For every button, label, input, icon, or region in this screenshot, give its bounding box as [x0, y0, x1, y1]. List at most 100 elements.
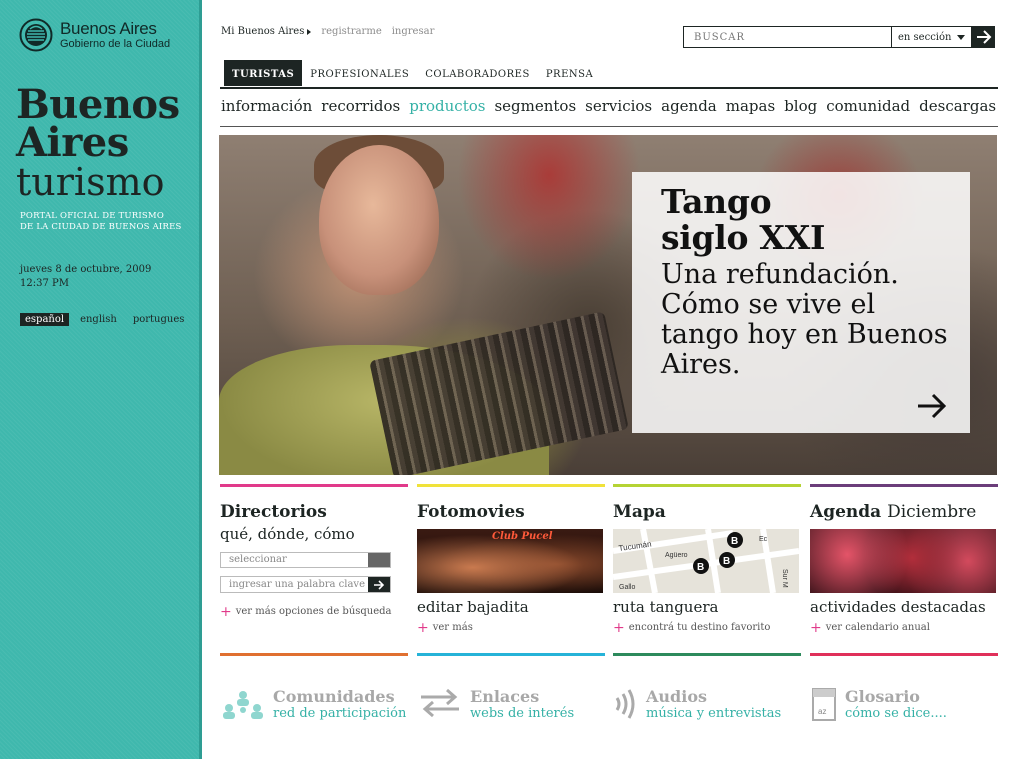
- portal-line2: DE LA CIUDAD DE BUENOS AIRES: [20, 222, 182, 232]
- tab-profesionales[interactable]: PROFESIONALES: [302, 60, 417, 86]
- comunidades-row: Comunidades red de participación: [220, 688, 408, 722]
- enlaces-block[interactable]: Enlaces webs de interés: [417, 653, 605, 722]
- nav-mapas[interactable]: mapas: [726, 97, 775, 115]
- nav-comunidad[interactable]: comunidad: [826, 97, 910, 115]
- map-marker-icon[interactable]: B: [693, 558, 709, 574]
- arrow-right-icon: [374, 579, 385, 590]
- directorios-column: Directorios qué, dónde, cómo seleccionar…: [220, 484, 408, 619]
- directorios-select[interactable]: seleccionar: [220, 552, 391, 568]
- map-marker-icon[interactable]: B: [719, 552, 735, 568]
- search-input[interactable]: [683, 26, 892, 48]
- hero-photo-face: [319, 145, 439, 295]
- audios-block[interactable]: Audios música y entrevistas: [613, 653, 801, 722]
- lang-espanol[interactable]: español: [20, 313, 70, 326]
- map-street-label: Gallo: [619, 584, 635, 591]
- tabs-divider: [220, 87, 998, 89]
- fotomovies-caption[interactable]: editar bajadita: [417, 598, 605, 616]
- fotomovies-title[interactable]: Fotomovies: [417, 503, 605, 522]
- portal-description: PORTAL OFICIAL DE TURISMO DE LA CIUDAD D…: [20, 211, 195, 233]
- nav-descargas[interactable]: descargas: [919, 97, 996, 115]
- fotomovies-thumbnail[interactable]: Club Pucel: [417, 529, 603, 593]
- svg-text:B: B: [731, 536, 738, 547]
- nav-segmentos[interactable]: segmentos: [494, 97, 576, 115]
- nav-recorridos[interactable]: recorridos: [321, 97, 400, 115]
- glosario-color-bar: [810, 653, 998, 656]
- agenda-title-month: Diciembre: [887, 502, 977, 522]
- search-box: en sección: [683, 26, 995, 48]
- comunidades-block[interactable]: Comunidades red de participación: [220, 653, 408, 722]
- map-street-label: Agüero: [665, 552, 688, 559]
- tab-turistas[interactable]: TURISTAS: [224, 60, 303, 86]
- lang-english[interactable]: english: [75, 313, 122, 326]
- hero-banner[interactable]: Tango siglo XXI Una refundación. Cómo se…: [219, 135, 997, 475]
- audios-text: Audios música y entrevistas: [646, 688, 781, 722]
- audios-row: Audios música y entrevistas: [613, 688, 801, 722]
- site-brand[interactable]: Buenos Aires turismo: [16, 85, 180, 204]
- brand-line3: turismo: [16, 160, 165, 204]
- hero-card[interactable]: Tango siglo XXI Una refundación. Cómo se…: [632, 172, 970, 433]
- keyword-submit-button[interactable]: [368, 577, 390, 592]
- enlaces-row: Enlaces webs de interés: [417, 688, 605, 722]
- nav-productos[interactable]: productos: [409, 97, 485, 115]
- plus-icon: +: [810, 619, 822, 636]
- portal-line1: PORTAL OFICIAL DE TURISMO: [20, 211, 165, 221]
- fotomovies-more-label: ver más: [432, 622, 473, 633]
- nav-blog[interactable]: blog: [784, 97, 817, 115]
- audio-icon: [615, 689, 635, 719]
- my-buenos-aires-label: Mi Buenos Aires: [221, 26, 305, 37]
- agenda-caption[interactable]: actividades destacadas: [810, 598, 998, 616]
- government-name-line1: Buenos Aires: [60, 19, 157, 38]
- nav-divider: [220, 126, 998, 127]
- fotomovies-column: Fotomovies Club Pucel editar bajadita + …: [417, 484, 605, 635]
- hero-subtitle: Una refundación. Cómo se vive el tango h…: [661, 259, 948, 380]
- government-name-line2: Gobierno de la Ciudad: [60, 38, 171, 50]
- community-icon: [223, 691, 263, 719]
- svg-text:B: B: [723, 556, 730, 567]
- plus-icon: +: [613, 619, 625, 636]
- glossary-icon: az: [812, 688, 836, 721]
- map-marker-icon[interactable]: B: [727, 532, 743, 548]
- dropdown-icon[interactable]: [368, 553, 390, 567]
- agenda-title[interactable]: Agenda Diciembre: [810, 503, 998, 522]
- fotomovies-more-link[interactable]: + ver más: [417, 621, 605, 635]
- glosario-subtitle: cómo se dice....: [845, 706, 947, 721]
- mapa-title[interactable]: Mapa: [613, 503, 801, 522]
- login-link[interactable]: ingresar: [392, 26, 435, 37]
- nav-servicios[interactable]: servicios: [585, 97, 652, 115]
- directorios-color-bar: [220, 484, 408, 487]
- current-date: jueves 8 de octubre, 2009: [20, 264, 152, 275]
- map-graphic: Tucumán Agüero Gallo Ec Sur M B B B: [613, 529, 799, 593]
- audios-subtitle: música y entrevistas: [646, 706, 782, 721]
- tab-prensa[interactable]: PRENSA: [538, 60, 601, 86]
- arrow-right-icon: [976, 30, 991, 44]
- glosario-block[interactable]: az Glosario cómo se dice....: [810, 653, 998, 722]
- my-buenos-aires-link[interactable]: Mi Buenos Aires: [221, 26, 312, 37]
- tab-colaboradores[interactable]: COLABORADORES: [417, 60, 538, 86]
- language-switcher: español english portugues: [20, 313, 189, 326]
- agenda-thumbnail[interactable]: [810, 529, 996, 593]
- lang-portugues[interactable]: portugues: [128, 313, 190, 326]
- search-submit-button[interactable]: [972, 26, 995, 48]
- directorios-title[interactable]: Directorios: [220, 503, 408, 522]
- caret-down-icon: [957, 34, 966, 40]
- arrow-right-icon[interactable]: [916, 393, 948, 419]
- search-scope-select[interactable]: en sección: [892, 26, 972, 48]
- date-time: jueves 8 de octubre, 2009 12:37 PM: [20, 263, 151, 291]
- directorios-more-link[interactable]: + ver más opciones de búsqueda: [220, 605, 408, 619]
- enlaces-title: Enlaces: [470, 687, 540, 706]
- directorios-select-placeholder: seleccionar: [229, 554, 287, 565]
- agenda-color-bar: [810, 484, 998, 487]
- glossary-icon-label: az: [818, 707, 826, 716]
- audios-color-bar: [613, 653, 801, 656]
- mapa-thumbnail[interactable]: Tucumán Agüero Gallo Ec Sur M B B B: [613, 529, 799, 593]
- nav-informacion[interactable]: información: [221, 97, 312, 115]
- nav-agenda[interactable]: agenda: [661, 97, 717, 115]
- mapa-caption[interactable]: ruta tanguera: [613, 598, 801, 616]
- links-icon: [421, 688, 459, 718]
- government-logo[interactable]: Buenos Aires Gobierno de la Ciudad: [19, 18, 170, 52]
- keyword-input[interactable]: ingresar una palabra clave: [220, 576, 391, 593]
- agenda-more-link[interactable]: + ver calendario anual: [810, 619, 998, 636]
- city-seal-icon: [19, 18, 53, 52]
- mapa-more-link[interactable]: + encontrá tu destino favorito: [613, 619, 801, 636]
- register-link[interactable]: registrarme: [321, 26, 381, 37]
